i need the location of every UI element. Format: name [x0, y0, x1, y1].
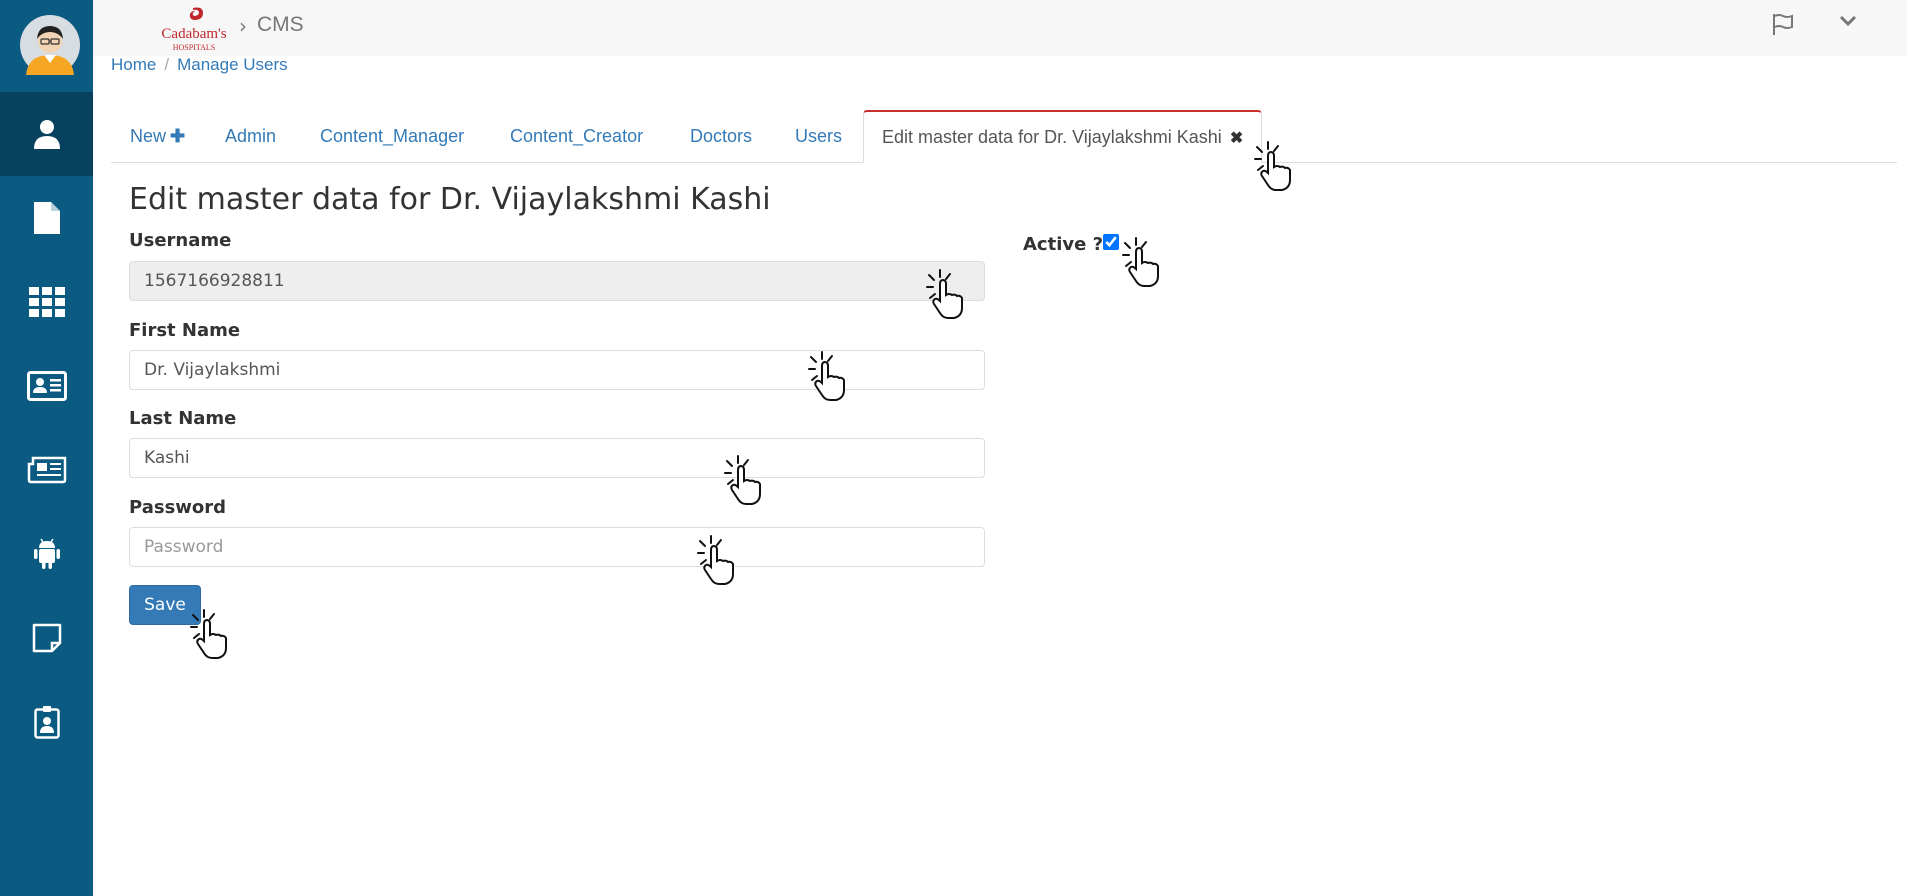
tab-admin[interactable]: Admin — [225, 110, 276, 162]
username-field[interactable] — [129, 261, 985, 301]
sticky-note-icon — [32, 623, 61, 653]
username-label: Username — [129, 230, 232, 251]
user-icon — [33, 120, 60, 149]
grid-icon — [28, 287, 65, 317]
tab-users[interactable]: Users — [795, 110, 842, 162]
newspaper-icon — [27, 456, 66, 484]
tab-content-creator[interactable]: Content_Creator — [510, 110, 643, 162]
sidebar — [0, 0, 93, 896]
first-name-label: First Name — [129, 320, 241, 341]
app-name: CMS — [257, 13, 304, 36]
svg-text:HOSPITALS: HOSPITALS — [173, 43, 215, 52]
sidebar-item-profiles[interactable] — [0, 344, 93, 428]
last-name-field[interactable] — [129, 438, 985, 478]
flag-icon[interactable] — [1771, 12, 1795, 36]
breadcrumb-home-link[interactable]: Home — [111, 55, 156, 74]
first-name-field[interactable] — [129, 350, 985, 390]
sidebar-item-grid[interactable] — [0, 260, 93, 344]
breadcrumb-manage-users-link[interactable]: Manage Users — [177, 55, 288, 74]
password-field[interactable] — [129, 527, 985, 567]
brand-logo[interactable]: Cadabam's HOSPITALS — [153, 4, 235, 54]
tab-content-manager[interactable]: Content_Manager — [320, 110, 464, 162]
sidebar-item-news[interactable] — [0, 428, 93, 512]
pointer-cursor-icon — [1122, 237, 1159, 287]
svg-text:Cadabam's: Cadabam's — [161, 26, 226, 42]
close-icon[interactable]: ✖ — [1230, 130, 1243, 147]
save-button[interactable]: Save — [129, 585, 201, 625]
sidebar-item-android[interactable] — [0, 512, 93, 596]
breadcrumb: Home / Manage Users — [111, 55, 288, 75]
password-label: Password — [129, 497, 227, 518]
badge-icon — [33, 706, 60, 739]
document-icon — [33, 202, 60, 234]
tab-label: Edit master data for Dr. Vijaylakshmi Ka… — [882, 127, 1222, 147]
active-label: Active ? — [1023, 234, 1104, 255]
tab-doctors[interactable]: Doctors — [690, 110, 752, 162]
sidebar-item-pages[interactable] — [0, 176, 93, 260]
sidebar-item-users[interactable] — [0, 92, 93, 176]
tab-bar: New ✚ Admin Content_Manager Content_Creat… — [111, 110, 1897, 163]
avatar[interactable] — [20, 15, 80, 75]
chevron-down-icon[interactable] — [1839, 12, 1857, 30]
id-card-icon — [26, 371, 67, 401]
last-name-label: Last Name — [129, 408, 237, 429]
header-separator: › — [239, 14, 247, 38]
tab-edit-user[interactable]: Edit master data for Dr. Vijaylakshmi Ka… — [863, 110, 1263, 163]
top-bar: Cadabam's HOSPITALS › CMS — [93, 0, 1907, 56]
tab-new[interactable]: New ✚ — [130, 110, 185, 162]
tab-label: New — [130, 126, 167, 146]
android-icon — [33, 538, 60, 569]
sidebar-item-badges[interactable] — [0, 680, 93, 764]
page-title: Edit master data for Dr. Vijaylakshmi Ka… — [129, 182, 771, 217]
sidebar-item-notes[interactable] — [0, 596, 93, 680]
breadcrumb-separator: / — [164, 55, 170, 74]
plus-icon: ✚ — [170, 126, 186, 146]
active-checkbox[interactable] — [1103, 234, 1119, 250]
